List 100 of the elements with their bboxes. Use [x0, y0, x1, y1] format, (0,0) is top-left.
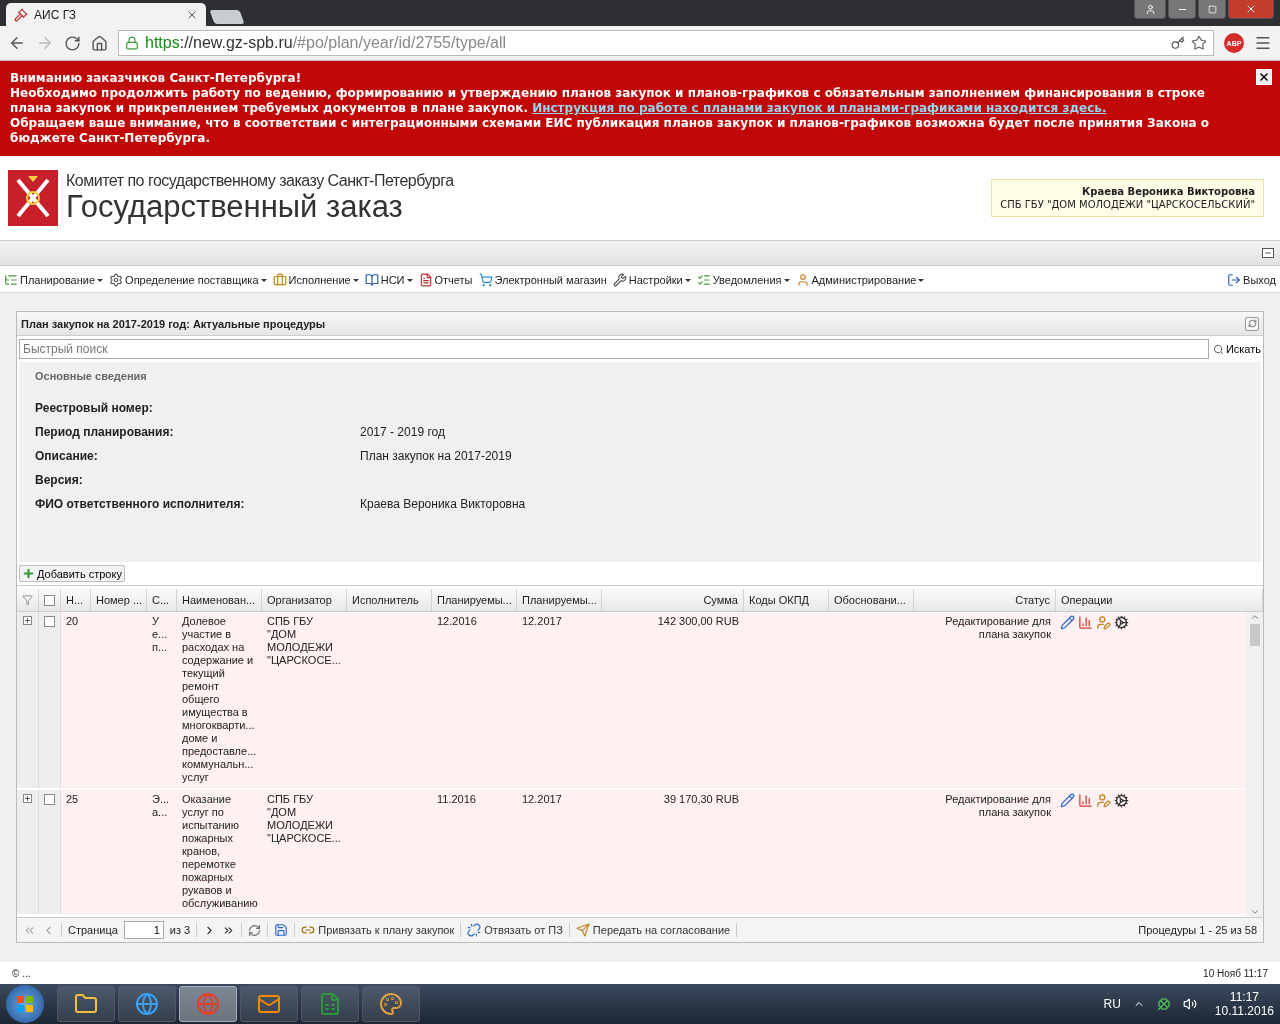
toolbar-button[interactable]: Передать на согласование [575, 923, 731, 937]
user-button[interactable] [1134, 0, 1166, 19]
menu-item[interactable]: Отчеты [418, 273, 473, 287]
column-header[interactable]: Планируемы... [517, 589, 602, 611]
taskbar-app[interactable] [240, 986, 298, 1022]
new-tab-button[interactable] [209, 10, 245, 24]
taskbar-app[interactable] [118, 986, 176, 1022]
maximize-button[interactable] [1198, 0, 1226, 19]
column-header[interactable]: Организатор [262, 589, 347, 611]
filter-icon[interactable] [22, 594, 33, 606]
collapse-button[interactable] [1262, 248, 1274, 258]
table-cell: 12.2017 [522, 793, 562, 805]
mail-icon [257, 992, 281, 1016]
column-header[interactable]: Н... [61, 589, 91, 611]
user-icon [1144, 3, 1156, 15]
add-row-button[interactable]: Добавить строку [19, 565, 125, 582]
field-label: Версия: [35, 473, 84, 487]
column-header[interactable]: Операции [1056, 589, 1263, 611]
row-checkbox[interactable] [44, 616, 55, 627]
clock[interactable]: 11:17 10.11.2016 [1214, 990, 1274, 1018]
table-cell: Оказание услуг по испытанию пожарных кранов, перемотке пожарных рукавов и обслуживанию [182, 793, 258, 909]
scrollbar[interactable] [1246, 612, 1263, 917]
start-button[interactable] [6, 985, 44, 1023]
page-count: из 3 [169, 924, 191, 936]
column-header[interactable]: С... [147, 589, 177, 611]
logout-button[interactable]: Выход [1227, 273, 1276, 287]
search-button[interactable]: Искать [1212, 343, 1261, 355]
user-name: Краева Вероника Викторовна [1082, 186, 1255, 197]
menu-item[interactable]: Администрирование [795, 273, 925, 287]
field-label: Реестровый номер: [35, 401, 154, 415]
toolbar-button[interactable]: Отвязать от ПЗ [467, 923, 563, 937]
scroll-thumb[interactable] [1249, 624, 1260, 646]
crest-logo [8, 170, 58, 226]
taskbar-app[interactable] [57, 986, 115, 1022]
copyright-text: © ... [12, 967, 31, 979]
language-indicator[interactable]: RU [1103, 997, 1121, 1011]
refresh-icon [1247, 319, 1257, 328]
refresh-icon [248, 923, 262, 937]
lock-icon [125, 36, 139, 50]
search-field[interactable]: Быстрый поиск [19, 339, 1209, 359]
column-header[interactable]: Номер ... [91, 589, 147, 611]
edit-icon[interactable] [1060, 615, 1075, 630]
chart-icon[interactable] [1078, 793, 1093, 808]
palette-icon [379, 992, 403, 1016]
table-cell: Э... а... [152, 793, 170, 818]
row-checkbox[interactable] [44, 794, 55, 805]
banner-text: Необходимо продолжить работу по ведению, формированию и утверждению планов закупок и планов-графиков с обязательным заполнением финансирования в строке плана закупок и прикреплением требуемых документов в плане закупок. Инструкция по работе с планами закупок и планами-графиками находится здесь. [10, 86, 1206, 116]
expand-icon[interactable] [23, 794, 32, 803]
refresh-button[interactable] [1245, 316, 1259, 331]
search-icon [1212, 343, 1224, 355]
browser-tab[interactable]: АИС ГЗ [6, 3, 206, 26]
back-icon[interactable] [8, 34, 26, 52]
site-title: Государственный заказ [66, 190, 404, 224]
column-header[interactable]: Сумма [602, 589, 744, 611]
refresh-button[interactable] [248, 923, 262, 937]
instruction-link[interactable]: Инструкция по работе с планами закупок и планами-графиками находится здесь. [532, 101, 1107, 115]
chart-icon[interactable] [1078, 615, 1093, 630]
table-cell: У е... п... [152, 615, 168, 653]
tab-title: АИС ГЗ [34, 7, 78, 22]
star-icon[interactable] [1191, 35, 1207, 51]
table-cell: 11.2016 [437, 793, 476, 805]
column-header[interactable]: Обосновани... [829, 589, 914, 611]
column-header[interactable]: Исполнитель [347, 589, 432, 611]
windows-logo-icon [17, 996, 33, 1012]
column-header[interactable]: Коды ОКПД [744, 589, 829, 611]
clock-time: 11:17 [1229, 990, 1259, 1004]
scroll-up-icon[interactable] [1249, 612, 1260, 622]
menu-item[interactable]: Исполнение [272, 273, 359, 287]
column-header[interactable]: Планируемы... [432, 589, 517, 611]
menu-item[interactable]: НСИ [364, 273, 413, 287]
table-cell: 12.2016 [437, 615, 477, 627]
column-header[interactable]: Наименован... [177, 589, 262, 611]
settings-icon[interactable] [1114, 615, 1129, 630]
menu-item[interactable]: Настройки [612, 273, 691, 287]
page-field[interactable]: 1 [123, 921, 164, 939]
taskbar-app[interactable] [301, 986, 359, 1022]
expand-icon[interactable] [23, 616, 32, 625]
save-button[interactable] [274, 923, 289, 937]
key-icon[interactable] [1171, 36, 1185, 50]
clover-icon[interactable] [1156, 997, 1171, 1011]
menu-item[interactable]: Планирование [4, 273, 104, 287]
column-header[interactable]: Статус [914, 589, 1056, 611]
address-bar[interactable]: https://new.gz-spb.ru/#po/plan/year/id/2755/type/all [118, 30, 1214, 56]
table-cell: 142 300,00 RUB [657, 615, 739, 627]
edit-icon[interactable] [1060, 793, 1075, 808]
table-cell: Редактирование для плана закупок [945, 793, 1051, 818]
field-value: Краева Вероника Викторовна [360, 497, 527, 511]
scroll-down-icon[interactable] [1249, 907, 1260, 917]
menu-item[interactable]: Электронный магазин [478, 273, 607, 287]
taskbar-app[interactable] [362, 986, 420, 1022]
header-checkbox[interactable] [44, 594, 55, 606]
menu-icon[interactable] [1254, 34, 1272, 52]
settings-icon[interactable] [1114, 793, 1129, 808]
menu-item[interactable]: Уведомления [696, 273, 790, 287]
globe-icon [196, 992, 220, 1016]
menu-item[interactable]: Определение поставщика [109, 273, 267, 287]
home-icon[interactable] [91, 34, 108, 52]
toolbar-button[interactable]: Привязать к плану закупок [301, 923, 455, 937]
reload-icon[interactable] [64, 34, 81, 52]
volume-icon[interactable] [1182, 997, 1197, 1011]
